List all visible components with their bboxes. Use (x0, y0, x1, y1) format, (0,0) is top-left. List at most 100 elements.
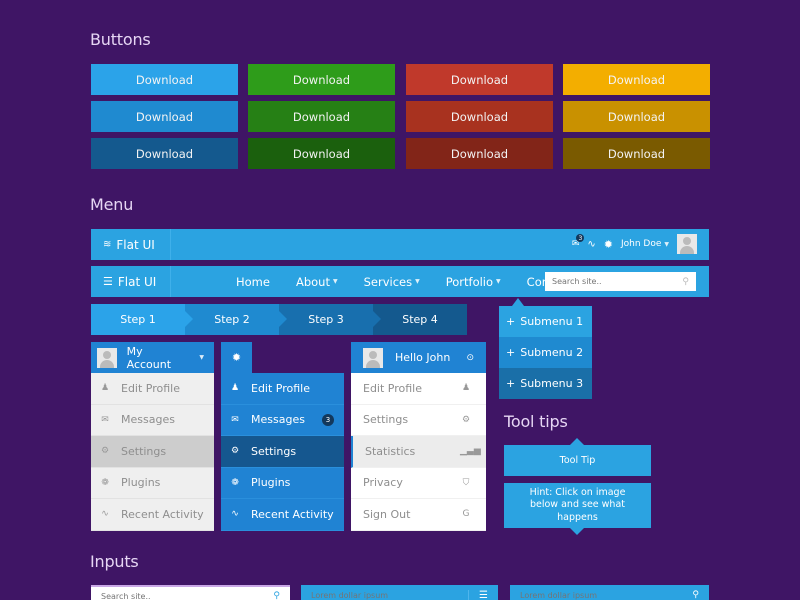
menu-item-recent-activity[interactable]: ∿ Recent Activity (91, 499, 214, 531)
search-input[interactable] (552, 277, 672, 286)
submenu-item-3[interactable]: + Submenu 3 (499, 368, 592, 399)
caret-down-icon: ▼ (415, 278, 420, 285)
menu-item-settings[interactable]: ⚙ Settings (221, 436, 344, 468)
download-button-yellow-3[interactable]: Download (563, 138, 710, 169)
download-button-blue-3[interactable]: Download (91, 138, 238, 169)
user-menu-items: Edit Profile ♟ Settings ⚙ Statistics ▁▃▅ Priva… (351, 373, 486, 531)
menu-item-plugins[interactable]: ❁ Plugins (221, 467, 344, 499)
nav-link-home[interactable]: Home (223, 275, 283, 289)
gear-menu-items: ♟ Edit Profile ✉ Messages 3 ⚙ Settings ❁ Plugins… (221, 373, 344, 531)
menu-item-sign-out[interactable]: Sign Out G (351, 499, 486, 531)
envelope-icon: ✉ (231, 414, 239, 425)
gears-icon: ⚙ (100, 446, 110, 457)
submenu-item-1[interactable]: + Submenu 1 (499, 306, 592, 337)
menu-item-recent-activity[interactable]: ∿ Recent Activity (221, 499, 344, 531)
top-navbar: ≋ Flat UI ✉ 3 ∿ ✹ John Doe ▼ (91, 229, 709, 260)
user-avatar (97, 347, 117, 368)
menu-item-label: Sign Out (363, 507, 411, 521)
tooltip-arrow-up (570, 438, 584, 445)
search-input-box[interactable]: ⚲ (91, 585, 290, 600)
nav-link-about[interactable]: About ▼ (283, 275, 351, 289)
search-icon[interactable]: ⚲ (273, 591, 280, 600)
download-button-red-1[interactable]: Download (406, 64, 553, 95)
submenu-label: Submenu 3 (520, 377, 584, 390)
submenu-label: Submenu 2 (520, 346, 584, 359)
nav-link-label: About (295, 274, 330, 289)
user-avatar[interactable] (677, 234, 697, 254)
menu-item-settings[interactable]: Settings ⚙ (351, 404, 486, 436)
list-input-box[interactable]: ☰ (301, 585, 498, 600)
menu-item-messages[interactable]: ✉ Messages 3 (221, 404, 344, 436)
step-wizard: Step 1 Step 2 Step 3 Step 4 (91, 304, 467, 335)
download-button-yellow-1[interactable]: Download (563, 64, 710, 95)
submenu-item-2[interactable]: + Submenu 2 (499, 337, 592, 368)
search-input[interactable] (101, 591, 241, 600)
blue-search-input[interactable] (520, 590, 660, 600)
search-box[interactable]: ⚲ (545, 272, 696, 291)
menu-item-messages[interactable]: ✉ Messages (91, 404, 214, 436)
search-icon[interactable]: ⚲ (682, 277, 689, 287)
list-input[interactable] (311, 590, 451, 600)
nav-link-portfolio[interactable]: Portfolio ▼ (433, 275, 514, 289)
gear-icon[interactable]: ✹ (604, 238, 613, 251)
step-2[interactable]: Step 2 (185, 304, 287, 335)
user-menu-header[interactable]: Hello John ⊙ (351, 342, 486, 373)
menu-item-label: Edit Profile (363, 381, 423, 395)
menu-item-label: Settings (121, 444, 167, 458)
brand-label: Flat UI (116, 237, 155, 252)
menu-item-settings[interactable]: ⚙ Settings (91, 436, 214, 468)
download-button-green-1[interactable]: Download (248, 64, 395, 95)
submenu: + Submenu 1 + Submenu 2 + Submenu 3 (499, 306, 592, 399)
user-menu-title: Hello John (395, 351, 451, 364)
nav-link-label: Home (236, 274, 270, 289)
download-button-blue-1[interactable]: Download (91, 64, 238, 95)
download-button-red-2[interactable]: Download (406, 101, 553, 132)
buttons-section-title: Buttons (90, 30, 151, 49)
shield-icon: ⛉ (462, 477, 470, 488)
activity-icon[interactable]: ∿ (587, 239, 595, 250)
step-1[interactable]: Step 1 (91, 304, 193, 335)
signal-icon: ▁▃▅ (460, 446, 481, 457)
nav-link-services[interactable]: Services ▼ (351, 275, 433, 289)
menu-item-label: Recent Activity (121, 507, 204, 521)
menu-item-plugins[interactable]: ❁ Plugins (91, 467, 214, 499)
chevron-circle-icon: ⊙ (466, 352, 474, 363)
menu-item-edit-profile[interactable]: Edit Profile ♟ (351, 373, 486, 405)
plus-icon: + (506, 315, 516, 328)
user-icon: ♟ (461, 383, 471, 394)
gears-icon: ⚙ (230, 446, 240, 457)
submenu-label: Submenu 1 (520, 315, 584, 328)
menu-item-edit-profile[interactable]: ♟ Edit Profile (221, 373, 344, 405)
caret-down-icon: ▼ (496, 278, 501, 285)
navbar-brand[interactable]: ☰ Flat UI (91, 266, 171, 297)
gears-icon: ⚙ (461, 414, 471, 425)
download-button-green-2[interactable]: Download (248, 101, 395, 132)
download-button-blue-2[interactable]: Download (91, 101, 238, 132)
search-icon[interactable]: ⚲ (692, 590, 699, 600)
user-icon: ♟ (230, 383, 240, 394)
menu-item-statistics[interactable]: Statistics ▁▃▅ (351, 436, 486, 468)
menu-item-edit-profile[interactable]: ♟ Edit Profile (91, 373, 214, 405)
tooltips-section-title: Tool tips (504, 412, 568, 431)
download-button-red-3[interactable]: Download (406, 138, 553, 169)
messages-icon[interactable]: ✉ 3 (572, 234, 585, 249)
plus-icon: + (506, 377, 516, 390)
blue-search-input-box[interactable]: ⚲ (510, 585, 709, 600)
account-menu: My Account ▼ ♟ Edit Profile ✉ Messages ⚙ Sett… (91, 342, 214, 531)
menu-icon: ☰ (103, 275, 113, 288)
account-menu-header[interactable]: My Account ▼ (91, 342, 214, 373)
gear-menu-toggle[interactable]: ✹ (221, 342, 252, 373)
user-icon: ♟ (100, 383, 110, 394)
step-4[interactable]: Step 4 (373, 304, 467, 335)
step-3[interactable]: Step 3 (279, 304, 381, 335)
navbar-brand[interactable]: ≋ Flat UI (91, 229, 171, 260)
download-button-yellow-2[interactable]: Download (563, 101, 710, 132)
gear-menu: ✹ ♟ Edit Profile ✉ Messages 3 ⚙ Settings ❁ Plugi… (221, 342, 344, 531)
menu-section-title: Menu (90, 195, 134, 214)
user-dropdown[interactable]: John Doe ▼ (621, 239, 669, 249)
list-icon[interactable]: ☰ (468, 589, 488, 600)
download-button-green-3[interactable]: Download (248, 138, 395, 169)
menu-item-label: Statistics (365, 444, 416, 458)
menu-item-privacy[interactable]: Privacy ⛉ (351, 467, 486, 499)
menu-item-label: Messages (251, 413, 305, 427)
